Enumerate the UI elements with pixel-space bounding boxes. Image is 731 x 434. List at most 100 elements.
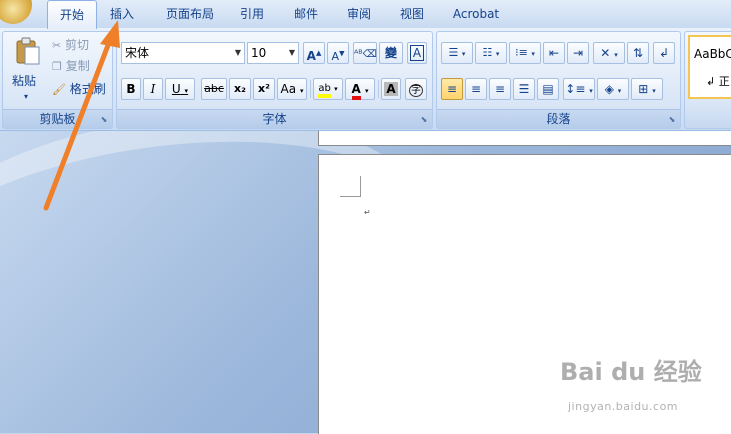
align-center-button[interactable]: ≡ — [465, 78, 487, 100]
subscript-label: x₂ — [234, 82, 246, 95]
font-size-combo[interactable]: 10 ▼ — [247, 42, 299, 64]
phonetic-guide-label: 變 — [384, 46, 397, 60]
bold-button[interactable]: B — [121, 78, 141, 100]
tab-view[interactable]: 视图 — [390, 0, 434, 28]
underline-button[interactable]: U ▾ — [165, 78, 195, 100]
paragraph-launcher-icon[interactable]: ⬊ — [667, 115, 677, 125]
font-name-combo[interactable]: 宋体 ▼ — [121, 42, 245, 64]
cut-label: 剪切 — [65, 38, 90, 52]
tab-page-layout[interactable]: 页面布局 — [155, 0, 225, 28]
strikethrough-button[interactable]: abc — [201, 78, 227, 100]
italic-label: I — [150, 82, 156, 96]
chevron-down-icon[interactable]: ▾ — [652, 87, 656, 95]
align-left-icon: ≡ — [446, 82, 458, 96]
align-left-button[interactable]: ≡ — [441, 78, 463, 100]
strikethrough-label: abc — [204, 82, 224, 95]
font-color-button[interactable]: A ▾ — [345, 78, 375, 100]
eraser-icon: ᴬᴮ⌫ — [354, 49, 377, 60]
change-case-label: Aa — [280, 82, 297, 96]
ribbon: 粘贴 ▾ ✂ 剪切 ❐ 复制 🖌 格式刷 剪贴板 ⬊ 宋体 ▼ 10 ▼ A▲ … — [0, 28, 731, 131]
subscript-button[interactable]: x₂ — [229, 78, 251, 100]
bullets-button[interactable]: ☰ ▾ — [441, 42, 473, 64]
font-group: 宋体 ▼ 10 ▼ A▲ A▼ ᴬᴮ⌫ 變 A B I U ▾ abc x₂ x… — [116, 31, 433, 129]
clear-format-button[interactable]: ᴬᴮ⌫ — [353, 42, 377, 64]
chevron-down-icon[interactable]: ▼ — [286, 43, 298, 63]
chevron-down-icon[interactable]: ▾ — [618, 87, 622, 95]
paste-button[interactable]: 粘贴 ▾ — [7, 34, 47, 106]
italic-button[interactable]: I — [143, 78, 163, 100]
chevron-down-icon[interactable]: ▾ — [185, 87, 189, 95]
tab-home[interactable]: 开始 — [47, 0, 97, 29]
cut-button[interactable]: ✂ 剪切 — [51, 34, 111, 56]
justify-button[interactable]: ☰ — [513, 78, 535, 100]
font-launcher-icon[interactable]: ⬊ — [419, 115, 429, 125]
sort-icon: ⇅ — [632, 46, 644, 60]
format-painter-label: 格式刷 — [69, 82, 106, 96]
tab-review[interactable]: 审阅 — [337, 0, 381, 28]
grow-font-button[interactable]: A▲ — [303, 42, 325, 64]
chinese-layout-button[interactable]: ✕ ▾ — [593, 42, 625, 64]
tab-references[interactable]: 引用 — [230, 0, 274, 28]
chevron-down-icon[interactable]: ▾ — [365, 87, 369, 95]
grow-font-icon: A▲ — [306, 49, 322, 63]
tab-acrobat[interactable]: Acrobat — [445, 0, 507, 28]
copy-button[interactable]: ❐ 复制 — [51, 55, 111, 77]
chinese-layout-icon: ✕ — [600, 46, 611, 60]
decrease-indent-icon: ⇤ — [548, 46, 560, 60]
office-button[interactable] — [0, 0, 32, 24]
numbering-button[interactable]: ☷ ▾ — [475, 42, 507, 64]
distributed-button[interactable]: ▤ — [537, 78, 559, 100]
copy-label: 复制 — [65, 59, 90, 73]
margin-corner-mark — [340, 176, 361, 197]
align-right-button[interactable]: ≡ — [489, 78, 511, 100]
superscript-button[interactable]: x² — [253, 78, 275, 100]
document-page[interactable] — [318, 154, 731, 434]
style-preview-text: AaBbC — [694, 47, 731, 61]
scissors-icon: ✂ — [52, 39, 62, 52]
font-name-value: 宋体 — [125, 46, 150, 60]
style-normal-preview[interactable]: AaBbC ↲ 正 — [688, 35, 731, 99]
decrease-indent-button[interactable]: ⇤ — [543, 42, 565, 64]
underline-label: U — [171, 82, 181, 96]
clipboard-group-label: 剪贴板 — [3, 109, 112, 128]
clipboard-group: 粘贴 ▾ ✂ 剪切 ❐ 复制 🖌 格式刷 剪贴板 ⬊ — [2, 31, 113, 129]
line-spacing-icon: ↕≡ — [565, 82, 586, 96]
highlighter-icon: ab — [318, 83, 331, 98]
bullets-icon: ☰ — [448, 46, 459, 59]
multilevel-list-icon: ⁝≡ — [515, 46, 528, 59]
previous-page-bottom — [318, 131, 731, 146]
chevron-down-icon[interactable]: ▾ — [589, 87, 593, 95]
change-case-button[interactable]: Aa ▾ — [277, 78, 307, 100]
chevron-down-icon[interactable]: ▾ — [334, 85, 338, 93]
chevron-down-icon[interactable]: ▼ — [232, 43, 244, 63]
show-marks-button[interactable]: ↲ — [653, 42, 675, 64]
distributed-icon: ▤ — [542, 82, 554, 96]
multilevel-list-button[interactable]: ⁝≡ ▾ — [509, 42, 541, 64]
highlight-button[interactable]: ab ▾ — [313, 78, 343, 100]
copy-icon: ❐ — [52, 60, 62, 73]
sort-button[interactable]: ⇅ — [627, 42, 649, 64]
superscript-label: x² — [258, 82, 270, 95]
shading-button[interactable]: ◈ ▾ — [597, 78, 629, 100]
chevron-down-icon[interactable]: ▾ — [462, 50, 466, 58]
enclose-char-button[interactable]: 字 — [405, 78, 427, 100]
chevron-down-icon[interactable]: ▾ — [531, 50, 535, 58]
chevron-down-icon[interactable]: ▾ — [300, 87, 304, 95]
chevron-down-icon[interactable]: ▾ — [496, 50, 500, 58]
char-border-button[interactable]: A — [407, 42, 427, 64]
shrink-font-button[interactable]: A▼ — [327, 42, 349, 64]
chevron-down-icon: ▾ — [24, 92, 29, 101]
clipboard-launcher-icon[interactable]: ⬊ — [99, 115, 109, 125]
shrink-font-icon: A▼ — [331, 49, 345, 63]
tab-mailings[interactable]: 邮件 — [284, 0, 328, 28]
format-painter-button[interactable]: 🖌 格式刷 — [51, 78, 111, 100]
chevron-down-icon[interactable]: ▾ — [614, 51, 618, 59]
increase-indent-button[interactable]: ⇥ — [567, 42, 589, 64]
paint-bucket-icon: ◈ — [604, 82, 614, 96]
phonetic-guide-button[interactable]: 變 — [379, 42, 403, 64]
borders-button[interactable]: ⊞ ▾ — [631, 78, 663, 100]
borders-icon: ⊞ — [638, 82, 649, 96]
line-spacing-button[interactable]: ↕≡ ▾ — [563, 78, 595, 100]
char-shading-button[interactable]: A — [381, 78, 401, 100]
tab-insert[interactable]: 插入 — [100, 0, 144, 28]
